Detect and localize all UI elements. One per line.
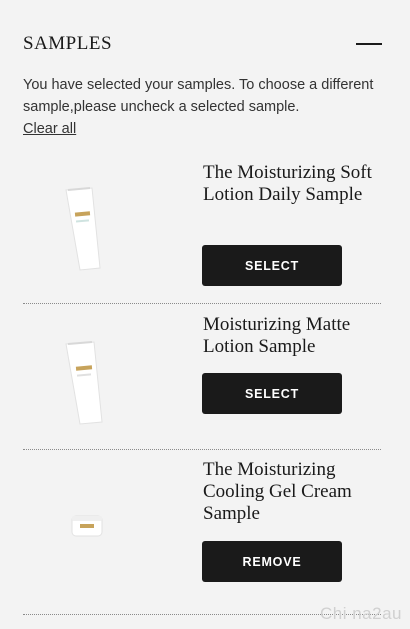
lotion-tube-icon bbox=[65, 187, 101, 271]
intro-text: You have selected your samples. To choos… bbox=[23, 77, 374, 115]
product-image-soft-lotion bbox=[58, 182, 138, 272]
samples-intro: You have selected your samples. To choos… bbox=[23, 74, 383, 140]
sample-name: The Moisturizing Cooling Gel Cream Sampl… bbox=[203, 459, 352, 524]
samples-header: SAMPLES bbox=[23, 30, 382, 58]
sample-name: The Moisturizing Soft Lotion Daily Sampl… bbox=[203, 162, 372, 205]
divider bbox=[23, 449, 381, 450]
watermark-text: Chi na2au bbox=[319, 604, 402, 623]
product-image-gel-cream bbox=[58, 506, 138, 546]
minus-icon bbox=[356, 43, 382, 45]
lotion-tube-icon bbox=[65, 341, 103, 425]
sample-item: The Moisturizing Soft Lotion Daily Sampl… bbox=[23, 160, 381, 290]
sample-item: Moisturizing Matte Lotion Sample SELECT bbox=[23, 310, 381, 440]
select-button[interactable]: SELECT bbox=[202, 373, 342, 414]
product-image-matte-lotion bbox=[58, 338, 138, 428]
select-button[interactable]: SELECT bbox=[202, 245, 342, 286]
divider bbox=[23, 303, 381, 304]
collapse-button[interactable] bbox=[354, 32, 382, 56]
sample-name: Moisturizing Matte Lotion Sample bbox=[203, 314, 351, 357]
cream-jar-icon bbox=[71, 515, 103, 537]
sample-item: The Moisturizing Cooling Gel Cream Sampl… bbox=[23, 456, 381, 596]
remove-button[interactable]: REMOVE bbox=[202, 541, 342, 582]
clear-all-link[interactable]: Clear all bbox=[23, 121, 76, 137]
section-title: SAMPLES bbox=[23, 33, 113, 54]
